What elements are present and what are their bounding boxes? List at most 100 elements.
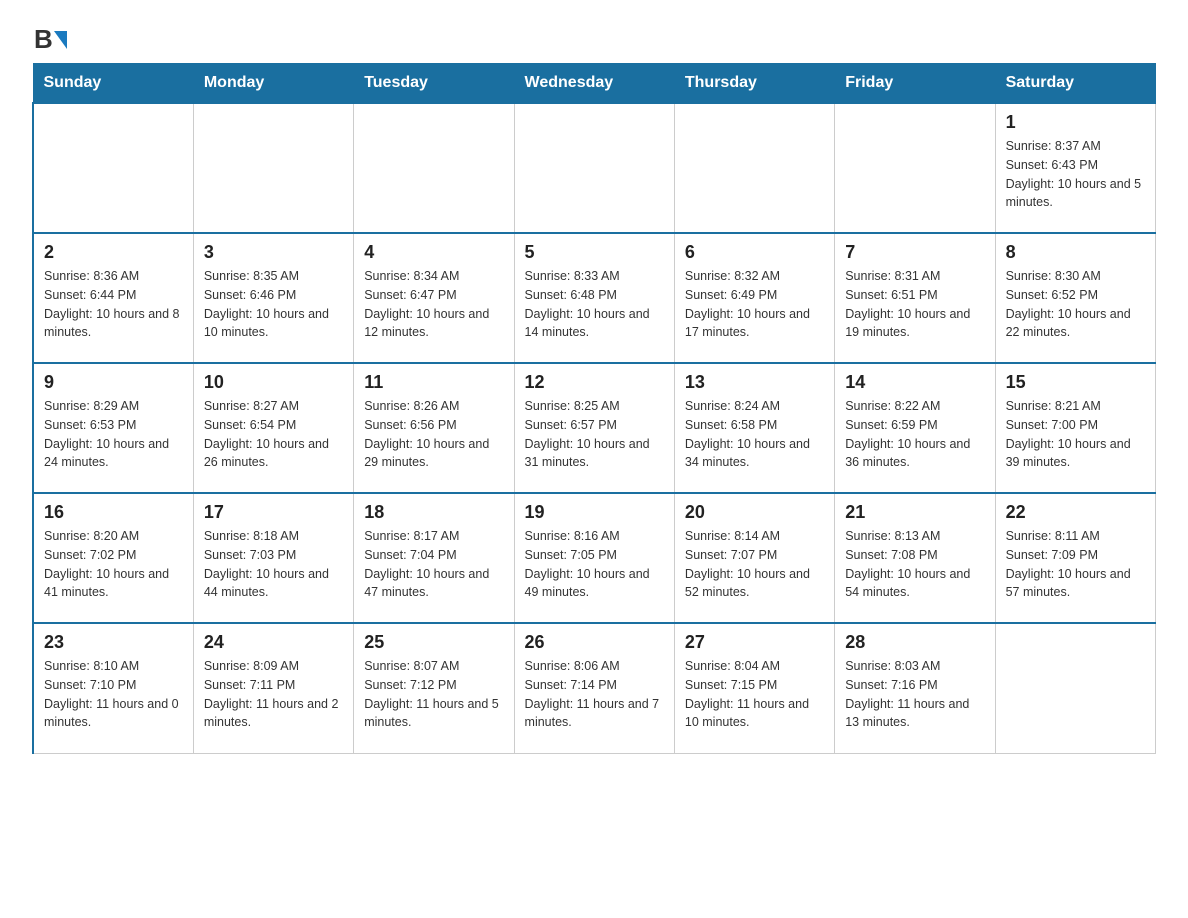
- day-info: Sunrise: 8:33 AMSunset: 6:48 PMDaylight:…: [525, 267, 664, 342]
- calendar-cell: 1 Sunrise: 8:37 AMSunset: 6:43 PMDaylight…: [995, 103, 1155, 233]
- calendar-cell: 8 Sunrise: 8:30 AMSunset: 6:52 PMDaylight…: [995, 233, 1155, 363]
- day-number: 8: [1006, 242, 1145, 263]
- day-of-week-header: Friday: [835, 64, 995, 104]
- day-number: 4: [364, 242, 503, 263]
- calendar-cell: 23 Sunrise: 8:10 AMSunset: 7:10 PMDayligh…: [33, 623, 193, 753]
- day-info: Sunrise: 8:20 AMSunset: 7:02 PMDaylight:…: [44, 527, 183, 602]
- day-number: 20: [685, 502, 824, 523]
- calendar-cell: 28 Sunrise: 8:03 AMSunset: 7:16 PMDayligh…: [835, 623, 995, 753]
- calendar-cell: [674, 103, 834, 233]
- day-info: Sunrise: 8:37 AMSunset: 6:43 PMDaylight:…: [1006, 137, 1145, 212]
- calendar-cell: [995, 623, 1155, 753]
- day-number: 19: [525, 502, 664, 523]
- page-header: B: [32, 24, 1156, 55]
- calendar-week-row: 23 Sunrise: 8:10 AMSunset: 7:10 PMDayligh…: [33, 623, 1156, 753]
- day-number: 18: [364, 502, 503, 523]
- day-of-week-header: Thursday: [674, 64, 834, 104]
- day-info: Sunrise: 8:03 AMSunset: 7:16 PMDaylight:…: [845, 657, 984, 732]
- day-number: 26: [525, 632, 664, 653]
- calendar-header: SundayMondayTuesdayWednesdayThursdayFrid…: [33, 64, 1156, 104]
- calendar-cell: 24 Sunrise: 8:09 AMSunset: 7:11 PMDayligh…: [193, 623, 353, 753]
- day-number: 6: [685, 242, 824, 263]
- day-info: Sunrise: 8:18 AMSunset: 7:03 PMDaylight:…: [204, 527, 343, 602]
- day-info: Sunrise: 8:35 AMSunset: 6:46 PMDaylight:…: [204, 267, 343, 342]
- day-number: 5: [525, 242, 664, 263]
- day-of-week-header: Tuesday: [354, 64, 514, 104]
- day-of-week-header: Wednesday: [514, 64, 674, 104]
- day-number: 14: [845, 372, 984, 393]
- day-number: 28: [845, 632, 984, 653]
- day-info: Sunrise: 8:21 AMSunset: 7:00 PMDaylight:…: [1006, 397, 1145, 472]
- day-info: Sunrise: 8:36 AMSunset: 6:44 PMDaylight:…: [44, 267, 183, 342]
- day-info: Sunrise: 8:30 AMSunset: 6:52 PMDaylight:…: [1006, 267, 1145, 342]
- day-info: Sunrise: 8:27 AMSunset: 6:54 PMDaylight:…: [204, 397, 343, 472]
- day-info: Sunrise: 8:24 AMSunset: 6:58 PMDaylight:…: [685, 397, 824, 472]
- day-number: 25: [364, 632, 503, 653]
- day-number: 7: [845, 242, 984, 263]
- calendar-cell: [193, 103, 353, 233]
- day-number: 17: [204, 502, 343, 523]
- calendar-cell: 2 Sunrise: 8:36 AMSunset: 6:44 PMDaylight…: [33, 233, 193, 363]
- day-number: 22: [1006, 502, 1145, 523]
- logo-b-text: B: [34, 24, 53, 55]
- calendar-cell: 21Sunrise: 8:13 AMSunset: 7:08 PMDayligh…: [835, 493, 995, 623]
- calendar-cell: 16 Sunrise: 8:20 AMSunset: 7:02 PMDayligh…: [33, 493, 193, 623]
- day-info: Sunrise: 8:06 AMSunset: 7:14 PMDaylight:…: [525, 657, 664, 732]
- calendar-cell: 11 Sunrise: 8:26 AMSunset: 6:56 PMDayligh…: [354, 363, 514, 493]
- day-info: Sunrise: 8:10 AMSunset: 7:10 PMDaylight:…: [44, 657, 183, 732]
- day-number: 15: [1006, 372, 1145, 393]
- day-info: Sunrise: 8:26 AMSunset: 6:56 PMDaylight:…: [364, 397, 503, 472]
- calendar-cell: 4 Sunrise: 8:34 AMSunset: 6:47 PMDaylight…: [354, 233, 514, 363]
- day-info: Sunrise: 8:11 AMSunset: 7:09 PMDaylight:…: [1006, 527, 1145, 602]
- day-of-week-header: Sunday: [33, 64, 193, 104]
- calendar-cell: 27 Sunrise: 8:04 AMSunset: 7:15 PMDayligh…: [674, 623, 834, 753]
- calendar-cell: [354, 103, 514, 233]
- calendar-cell: 7Sunrise: 8:31 AMSunset: 6:51 PMDaylight…: [835, 233, 995, 363]
- day-number: 13: [685, 372, 824, 393]
- calendar-cell: 9 Sunrise: 8:29 AMSunset: 6:53 PMDaylight…: [33, 363, 193, 493]
- day-info: Sunrise: 8:16 AMSunset: 7:05 PMDaylight:…: [525, 527, 664, 602]
- calendar-week-row: 1 Sunrise: 8:37 AMSunset: 6:43 PMDaylight…: [33, 103, 1156, 233]
- day-info: Sunrise: 8:22 AMSunset: 6:59 PMDaylight:…: [845, 397, 984, 472]
- day-number: 23: [44, 632, 183, 653]
- day-number: 10: [204, 372, 343, 393]
- day-number: 9: [44, 372, 183, 393]
- day-info: Sunrise: 8:13 AMSunset: 7:08 PMDaylight:…: [845, 527, 984, 602]
- day-info: Sunrise: 8:04 AMSunset: 7:15 PMDaylight:…: [685, 657, 824, 732]
- day-number: 27: [685, 632, 824, 653]
- calendar-cell: 13 Sunrise: 8:24 AMSunset: 6:58 PMDayligh…: [674, 363, 834, 493]
- day-info: Sunrise: 8:14 AMSunset: 7:07 PMDaylight:…: [685, 527, 824, 602]
- day-number: 24: [204, 632, 343, 653]
- calendar-cell: 19 Sunrise: 8:16 AMSunset: 7:05 PMDayligh…: [514, 493, 674, 623]
- day-number: 11: [364, 372, 503, 393]
- day-of-week-header: Monday: [193, 64, 353, 104]
- day-number: 1: [1006, 112, 1145, 133]
- day-info: Sunrise: 8:34 AMSunset: 6:47 PMDaylight:…: [364, 267, 503, 342]
- logo: B: [32, 24, 67, 55]
- day-number: 2: [44, 242, 183, 263]
- day-of-week-header: Saturday: [995, 64, 1155, 104]
- calendar-cell: 26 Sunrise: 8:06 AMSunset: 7:14 PMDayligh…: [514, 623, 674, 753]
- calendar-cell: [835, 103, 995, 233]
- calendar-week-row: 16 Sunrise: 8:20 AMSunset: 7:02 PMDayligh…: [33, 493, 1156, 623]
- calendar-week-row: 2 Sunrise: 8:36 AMSunset: 6:44 PMDaylight…: [33, 233, 1156, 363]
- calendar-body: 1 Sunrise: 8:37 AMSunset: 6:43 PMDaylight…: [33, 103, 1156, 753]
- calendar-cell: 17 Sunrise: 8:18 AMSunset: 7:03 PMDayligh…: [193, 493, 353, 623]
- calendar-cell: 14 Sunrise: 8:22 AMSunset: 6:59 PMDayligh…: [835, 363, 995, 493]
- calendar-cell: 12 Sunrise: 8:25 AMSunset: 6:57 PMDayligh…: [514, 363, 674, 493]
- day-info: Sunrise: 8:09 AMSunset: 7:11 PMDaylight:…: [204, 657, 343, 732]
- day-info: Sunrise: 8:32 AMSunset: 6:49 PMDaylight:…: [685, 267, 824, 342]
- calendar-week-row: 9 Sunrise: 8:29 AMSunset: 6:53 PMDaylight…: [33, 363, 1156, 493]
- day-number: 3: [204, 242, 343, 263]
- calendar-cell: 22 Sunrise: 8:11 AMSunset: 7:09 PMDayligh…: [995, 493, 1155, 623]
- day-number: 12: [525, 372, 664, 393]
- calendar-cell: 10 Sunrise: 8:27 AMSunset: 6:54 PMDayligh…: [193, 363, 353, 493]
- calendar-cell: [514, 103, 674, 233]
- day-info: Sunrise: 8:29 AMSunset: 6:53 PMDaylight:…: [44, 397, 183, 472]
- calendar-cell: 18Sunrise: 8:17 AMSunset: 7:04 PMDayligh…: [354, 493, 514, 623]
- calendar-cell: 20 Sunrise: 8:14 AMSunset: 7:07 PMDayligh…: [674, 493, 834, 623]
- day-info: Sunrise: 8:25 AMSunset: 6:57 PMDaylight:…: [525, 397, 664, 472]
- day-number: 16: [44, 502, 183, 523]
- calendar-cell: 3 Sunrise: 8:35 AMSunset: 6:46 PMDaylight…: [193, 233, 353, 363]
- calendar-cell: [33, 103, 193, 233]
